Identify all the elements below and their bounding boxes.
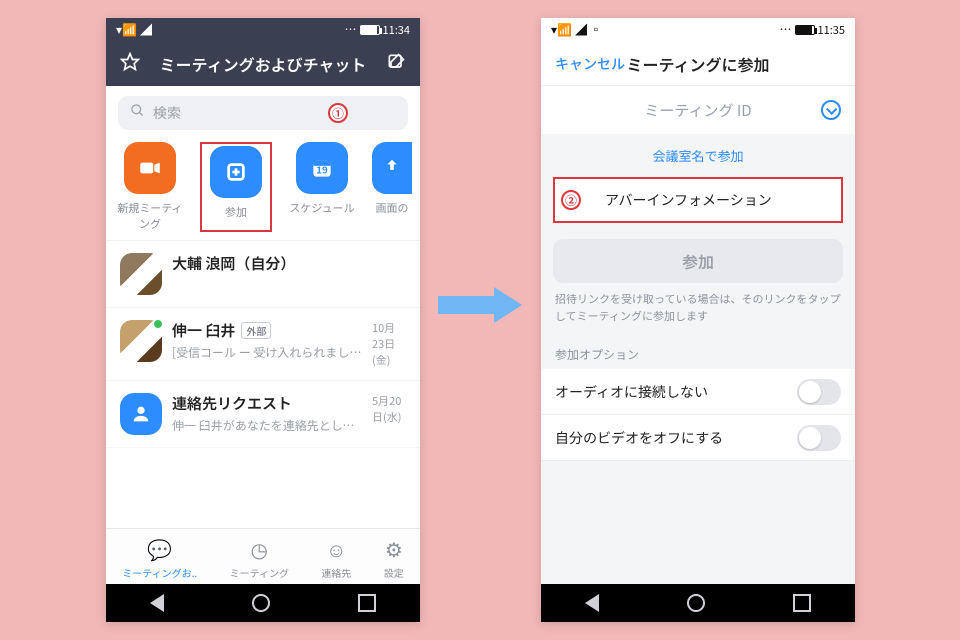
signal-icon: ◢ ▫ [575,24,602,36]
nav-home-icon[interactable] [687,594,705,612]
action-schedule[interactable]: 19 スケジュール [286,142,358,232]
chat-title: 伸一 臼井 [172,320,235,341]
nav-back-icon[interactable] [585,594,599,612]
chat-subtitle: 伸一 臼井があなたを連絡先として追加し... [172,417,362,434]
action-join[interactable]: 参加 [200,142,272,232]
avatar [120,253,162,295]
chat-item-request[interactable]: 連絡先リクエスト 伸一 臼井があなたを連絡先として追加し... 5月20日(水) [106,381,420,448]
star-icon[interactable] [120,52,140,77]
tab-label: ミーティングお.. [122,565,197,580]
gear-icon: ⚙ [384,534,404,563]
toggle-label: オーディオに接続しない [555,382,708,402]
tab-label: ミーティング [230,565,289,580]
status-bar: ▾📶 ◢ ▫ ⋯ 11:35 [541,18,855,42]
main-body: 検索 ① 新規ミーティング 参加 19 スケジュール [106,86,420,528]
battery-icon [795,25,815,35]
chat-title: 連絡先リクエスト [172,393,362,414]
tab-label: 連絡先 [321,565,351,580]
tab-bar: 💬 ミーティングお.. ◷ ミーティング ☺ 連絡先 ⚙ 設定 [106,528,420,584]
chat-bubble-icon: 💬 [122,534,197,563]
calendar-icon: 19 [296,142,348,194]
chat-date: 5月20日(水) [372,393,406,425]
action-row: 新規ミーティング 参加 19 スケジュール 画面の [106,138,420,240]
phone-left: ▾📶 ◢ ⋯ 11:34 ミーティングおよびチャット 検索 ① [106,18,420,622]
join-by-room-name-link[interactable]: 会議室名で参加 [541,134,855,177]
contact-request-icon [120,393,162,435]
nav-recent-icon[interactable] [793,594,811,612]
android-nav [541,584,855,622]
action-label: 参加 [225,204,247,220]
status-time: 11:34 [383,22,410,38]
search-icon [130,103,145,123]
switch-icon[interactable] [797,379,841,405]
battery-icon [360,25,380,35]
tab-label: 設定 [384,565,404,580]
phone-right: ▾📶 ◢ ▫ ⋯ 11:35 キャンセル ミーティングに参加 ミーティング ID… [541,18,855,622]
meeting-id-field[interactable]: ミーティング ID [541,86,855,134]
chat-item[interactable]: 伸一 臼井 外部 [受信コール ー 受け入れられました] 10月23日(金) [106,308,420,381]
clock-icon: ◷ [230,534,289,563]
join-button[interactable]: 参加 [553,239,843,283]
app-header: ミーティングおよびチャット [106,42,420,86]
callout-badge-2: ② [561,190,581,210]
nav-home-icon[interactable] [252,594,270,612]
share-icon [372,142,412,194]
external-badge: 外部 [241,322,271,339]
nav-back-icon[interactable] [150,594,164,612]
wifi-icon: ▾📶 [116,24,137,36]
switch-icon[interactable] [797,425,841,451]
search-placeholder: 検索 [153,103,181,123]
display-name-value: アバーインフォメーション [605,190,772,210]
chat-title: 大輔 浪岡（自分） [172,253,406,274]
action-new-meeting[interactable]: 新規ミーティング [114,142,186,232]
action-label: スケジュール [289,200,354,216]
toggle-video-off[interactable]: 自分のビデオをオフにする [541,415,855,461]
action-label: 画面の [376,200,409,216]
search-input[interactable]: 検索 ① [118,96,408,130]
video-icon [124,142,176,194]
tab-chat[interactable]: 💬 ミーティングお.. [122,534,197,580]
nav-recent-icon[interactable] [358,594,376,612]
more-icon: ⋯ [780,24,792,36]
wifi-icon: ▾📶 [551,24,572,36]
signal-icon: ◢ [140,24,152,36]
tab-settings[interactable]: ⚙ 設定 [384,534,404,580]
plus-icon [210,146,262,198]
page-title: ミーティングおよびチャット [160,52,367,76]
compose-icon[interactable] [386,52,406,77]
cancel-button[interactable]: キャンセル [555,54,625,74]
chat-date: 10月23日(金) [372,320,406,368]
contacts-icon: ☺ [321,534,351,563]
options-section-label: 参加オプション [541,342,855,369]
status-time: 11:35 [818,22,845,38]
svg-text:19: 19 [316,162,328,176]
avatar [120,320,162,362]
chevron-down-icon[interactable] [821,100,841,120]
chat-item-self[interactable]: 大輔 浪岡（自分） [106,241,420,308]
chat-list: 大輔 浪岡（自分） 伸一 臼井 外部 [受信コール ー 受け入れられました] 1… [106,240,420,448]
join-body: ミーティング ID 会議室名で参加 ② アバーインフォメーション 参加 招待リン… [541,86,855,584]
action-label: 新規ミーティング [117,200,182,232]
callout-badge-1: ① [328,103,348,123]
flow-arrow-icon [438,287,526,323]
more-icon: ⋯ [345,24,357,36]
presence-dot-icon [152,318,164,330]
toggle-label: 自分のビデオをオフにする [555,428,723,448]
tab-contacts[interactable]: ☺ 連絡先 [321,534,351,580]
chat-subtitle: [受信コール ー 受け入れられました] [172,344,362,361]
join-header: キャンセル ミーティングに参加 [541,42,855,86]
hint-text: 招待リンクを受け取っている場合は、そのリンクをタップしてミーティングに参加します [541,291,855,342]
display-name-field[interactable]: ② アバーインフォメーション [553,177,843,223]
status-bar: ▾📶 ◢ ⋯ 11:34 [106,18,420,42]
android-nav [106,584,420,622]
page-title: ミーティングに参加 [626,52,769,76]
action-share[interactable]: 画面の [372,142,412,232]
tab-meetings[interactable]: ◷ ミーティング [230,534,289,580]
meeting-id-label: ミーティング ID [644,100,751,121]
toggle-no-audio[interactable]: オーディオに接続しない [541,369,855,415]
